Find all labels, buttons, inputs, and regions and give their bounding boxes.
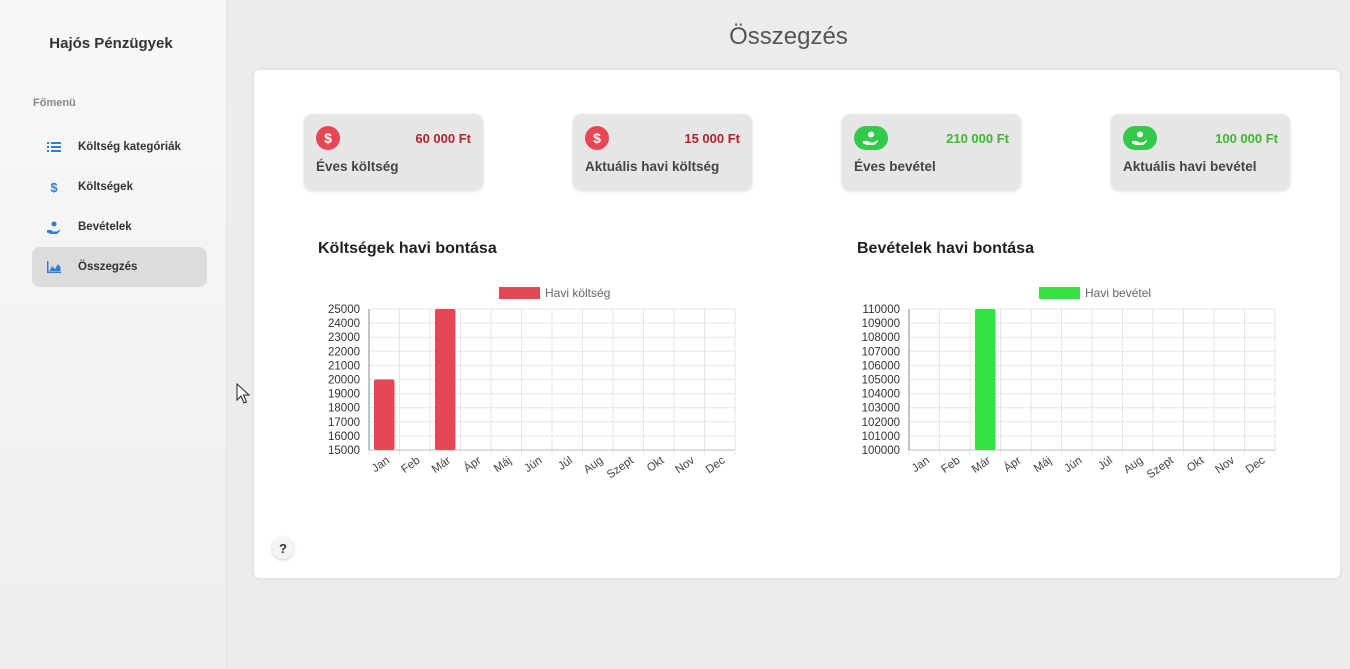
- card-value: 15 000 Ft: [684, 131, 740, 146]
- y-tick-label: 17000: [328, 417, 360, 429]
- hand-coin-icon: [47, 220, 61, 234]
- x-tick-label: Szept: [1145, 454, 1177, 481]
- legend-label: Havi költség: [545, 286, 610, 300]
- y-tick-label: 19000: [328, 389, 360, 401]
- legend-swatch: [1039, 287, 1080, 299]
- hand-coin-icon: [1123, 126, 1157, 150]
- sidebar-item-summary[interactable]: Összegzés: [32, 247, 207, 287]
- bar[interactable]: [374, 379, 395, 451]
- summary-card-monthly-cost: $ 15 000 Ft Aktuális havi költség: [573, 114, 752, 190]
- x-tick-label: Aug: [1122, 455, 1146, 477]
- dollar-circle-icon: $: [585, 126, 609, 150]
- x-tick-label: Szept: [605, 454, 637, 481]
- card-label: Aktuális havi költség: [585, 159, 720, 174]
- brand-title: Hajós Pénzügyek: [49, 35, 173, 52]
- x-tick-label: Jún: [522, 455, 544, 475]
- y-tick-label: 104000: [862, 389, 900, 401]
- sidebar-item-label: Költség kategóriák: [78, 141, 181, 153]
- bar[interactable]: [975, 309, 996, 450]
- menu-section-label: Főmenü: [33, 97, 76, 109]
- list-icon: [47, 140, 61, 154]
- dollar-icon: $: [50, 179, 58, 195]
- x-tick-label: Már: [430, 455, 453, 476]
- chart-area-icon: [47, 260, 61, 274]
- x-tick-label: Jan: [910, 455, 932, 475]
- page-title: Összegzés: [729, 23, 848, 50]
- y-tick-label: 106000: [862, 360, 900, 372]
- y-tick-label: 20000: [328, 375, 360, 387]
- x-tick-label: Már: [970, 455, 993, 476]
- summary-panel: $ 60 000 Ft Éves költség $ 15 000 Ft Akt…: [254, 70, 1340, 578]
- x-tick-label: Dec: [704, 454, 728, 476]
- x-tick-label: Aug: [582, 455, 606, 477]
- sidebar-item-label: Bevételek: [78, 221, 132, 233]
- x-tick-label: Nov: [1213, 454, 1237, 476]
- y-tick-label: 23000: [328, 332, 360, 344]
- legend-label: Havi bevétel: [1085, 286, 1151, 300]
- x-tick-label: Okt: [645, 454, 667, 475]
- x-tick-label: Máj: [1032, 455, 1054, 475]
- y-tick-label: 110000: [862, 304, 900, 316]
- card-label: Éves bevétel: [854, 159, 936, 174]
- card-value: 210 000 Ft: [946, 131, 1009, 146]
- x-tick-label: Feb: [399, 455, 422, 476]
- y-tick-label: 15000: [328, 445, 360, 457]
- sidebar-item-costs[interactable]: $ Költségek: [32, 167, 207, 207]
- y-tick-label: 22000: [328, 346, 360, 358]
- y-tick-label: 100000: [862, 445, 900, 457]
- y-tick-label: 109000: [862, 318, 900, 330]
- card-label: Éves költség: [316, 159, 399, 174]
- mouse-cursor-icon: [236, 383, 250, 404]
- x-tick-label: Jún: [1062, 455, 1084, 475]
- income-bar-chart: Havi bevétel 110000 109000 108000 107000 1060…: [862, 286, 1276, 481]
- summary-card-annual-income: 210 000 Ft Éves bevétel: [842, 114, 1021, 190]
- x-tick-label: Jan: [370, 455, 392, 475]
- sidebar-item-label: Összegzés: [78, 261, 138, 273]
- x-tick-label: Dec: [1244, 454, 1268, 476]
- expense-chart-title: Költségek havi bontása: [318, 240, 497, 257]
- y-tick-label: 103000: [862, 403, 900, 415]
- x-tick-label: Feb: [939, 455, 962, 476]
- sidebar: Hajós Pénzügyek Főmenü Költség kategóriá…: [0, 0, 227, 669]
- y-tick-label: 18000: [328, 403, 360, 415]
- legend-swatch: [499, 287, 540, 299]
- x-tick-label: Ápr: [461, 454, 483, 475]
- y-tick-label: 107000: [862, 346, 900, 358]
- y-tick-label: 101000: [862, 431, 900, 443]
- card-label: Aktuális havi bevétel: [1123, 159, 1257, 174]
- hand-coin-icon: [854, 126, 888, 150]
- y-tick-label: 102000: [862, 417, 900, 429]
- y-tick-label: 25000: [328, 304, 360, 316]
- x-tick-label: Okt: [1185, 454, 1207, 475]
- sidebar-item-incomes[interactable]: Bevételek: [32, 207, 207, 247]
- x-tick-label: Ápr: [1001, 454, 1023, 475]
- income-chart-title: Bevételek havi bontása: [857, 240, 1034, 257]
- dollar-circle-icon: $: [316, 126, 340, 150]
- x-tick-label: Nov: [673, 454, 697, 476]
- x-tick-label: Júl: [1096, 455, 1115, 473]
- y-tick-label: 105000: [862, 375, 900, 387]
- sidebar-item-label: Költségek: [78, 181, 133, 193]
- bar[interactable]: [435, 309, 456, 450]
- card-value: 60 000 Ft: [415, 131, 471, 146]
- y-tick-label: 21000: [328, 360, 360, 372]
- summary-card-monthly-income: 100 000 Ft Aktuális havi bevétel: [1111, 114, 1290, 190]
- card-value: 100 000 Ft: [1215, 131, 1278, 146]
- x-tick-label: Máj: [492, 455, 514, 475]
- y-tick-label: 24000: [328, 318, 360, 330]
- sidebar-item-cost-categories[interactable]: Költség kategóriák: [32, 127, 207, 167]
- y-tick-label: 16000: [328, 431, 360, 443]
- x-tick-label: Júl: [556, 455, 575, 473]
- help-button[interactable]: ?: [272, 537, 294, 559]
- y-tick-label: 108000: [862, 332, 900, 344]
- summary-card-annual-cost: $ 60 000 Ft Éves költség: [304, 114, 483, 190]
- expense-bar-chart: Havi költség 25000 24000 23000 22000 21000 200…: [328, 286, 736, 481]
